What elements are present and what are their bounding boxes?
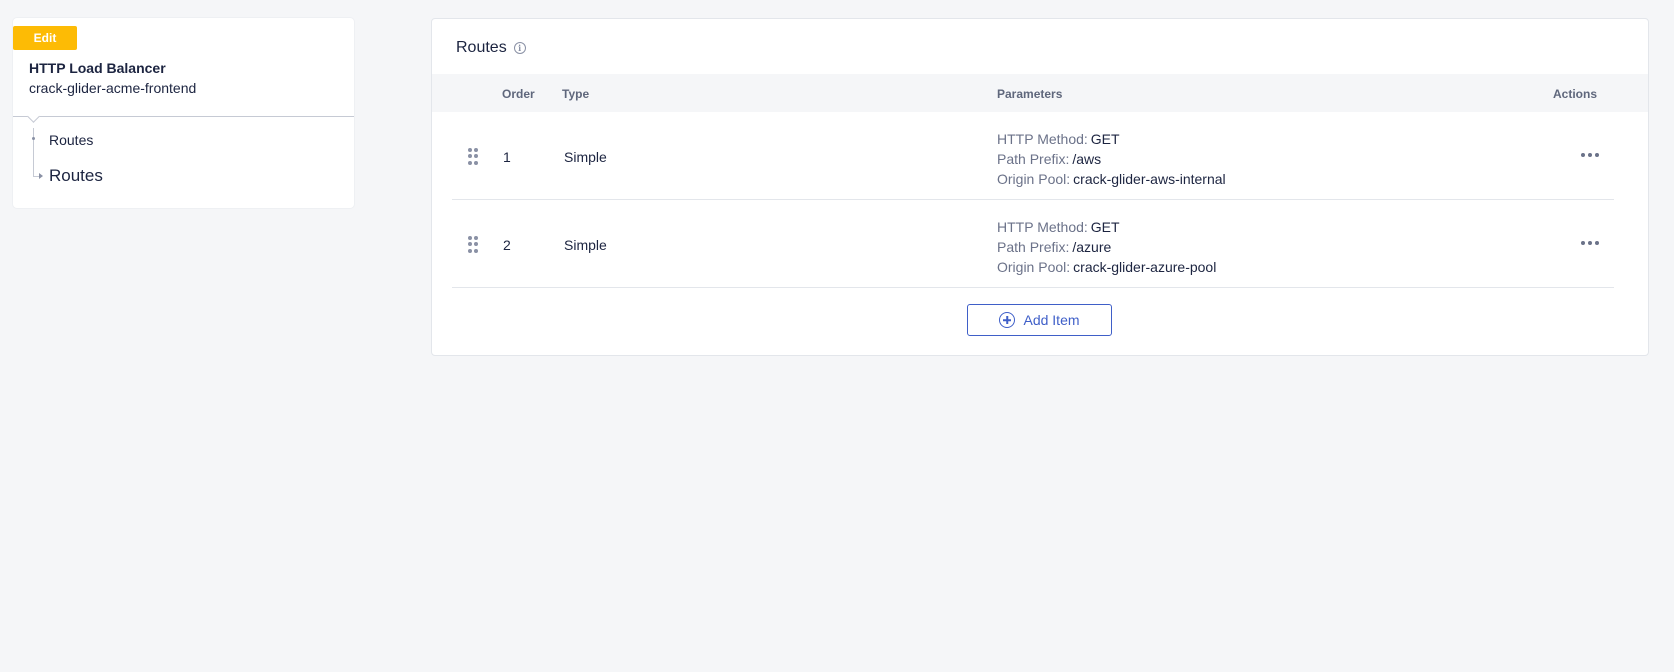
param-key: Origin Pool:: [997, 171, 1071, 187]
cell-parameters: HTTP Method: GET Path Prefix:/aws Origin …: [997, 129, 1226, 189]
cell-order: 2: [503, 237, 511, 253]
param-http-method: HTTP Method: GET: [997, 217, 1216, 237]
row-actions-menu-icon[interactable]: [1577, 233, 1603, 253]
table-row: 1 Simple HTTP Method: GET Path Prefix:/aw…: [452, 112, 1614, 200]
param-key: Path Prefix:: [997, 239, 1070, 255]
object-type-label: HTTP Load Balancer: [29, 60, 166, 76]
card-title: Routes: [456, 39, 507, 56]
param-path-prefix: Path Prefix:/azure: [997, 237, 1216, 257]
param-path-prefix: Path Prefix:/aws: [997, 149, 1226, 169]
param-key: HTTP Method:: [997, 131, 1088, 147]
column-header-actions: Actions: [1553, 87, 1598, 101]
cell-order: 1: [503, 149, 511, 165]
table-header: Order Type Parameters Actions: [432, 74, 1648, 112]
add-item-button[interactable]: Add Item: [967, 304, 1112, 336]
add-item-label: Add Item: [1023, 312, 1080, 328]
card-header: Routes i: [456, 39, 526, 57]
param-origin-pool: Origin Pool: crack-glider-aws-internal: [997, 169, 1226, 189]
cell-type: Simple: [564, 237, 607, 253]
param-value: GET: [1090, 131, 1120, 147]
table-row: 2 Simple HTTP Method: GET Path Prefix:/az…: [452, 200, 1614, 288]
tree-arrow-icon: [39, 173, 43, 179]
param-http-method: HTTP Method: GET: [997, 129, 1226, 149]
tree-bullet-icon: [32, 137, 35, 140]
plus-circle-icon: [999, 312, 1016, 328]
param-value: crack-glider-azure-pool: [1073, 259, 1217, 275]
column-header-type: Type: [562, 87, 590, 101]
routes-card: Routes i Order Type Parameters Actions 1…: [431, 18, 1649, 356]
param-key: HTTP Method:: [997, 219, 1088, 235]
cell-type: Simple: [564, 149, 607, 165]
param-key: Origin Pool:: [997, 259, 1071, 275]
tree-item-routes-current[interactable]: Routes: [49, 166, 103, 186]
param-origin-pool: Origin Pool: crack-glider-azure-pool: [997, 257, 1216, 277]
param-value: /azure: [1072, 239, 1112, 255]
object-name-label: crack-glider-acme-frontend: [29, 80, 197, 96]
drag-handle-icon[interactable]: [468, 148, 478, 165]
param-key: Path Prefix:: [997, 151, 1070, 167]
drag-handle-icon[interactable]: [468, 236, 478, 253]
tree-connector: [33, 128, 34, 177]
row-actions-menu-icon[interactable]: [1577, 145, 1603, 165]
divider-notch: [27, 110, 40, 123]
edit-mode-badge: Edit: [13, 26, 77, 50]
column-header-parameters: Parameters: [997, 87, 1063, 101]
param-value: /aws: [1072, 151, 1102, 167]
cell-parameters: HTTP Method: GET Path Prefix:/azure Origi…: [997, 217, 1216, 277]
object-summary-panel: Edit HTTP Load Balancer crack-glider-acm…: [13, 18, 354, 208]
param-value: GET: [1090, 219, 1120, 235]
info-icon[interactable]: i: [513, 42, 526, 54]
param-value: crack-glider-aws-internal: [1073, 171, 1226, 187]
column-header-order: Order: [502, 87, 535, 101]
panel-divider: [13, 116, 354, 117]
tree-item-routes[interactable]: Routes: [49, 132, 93, 148]
